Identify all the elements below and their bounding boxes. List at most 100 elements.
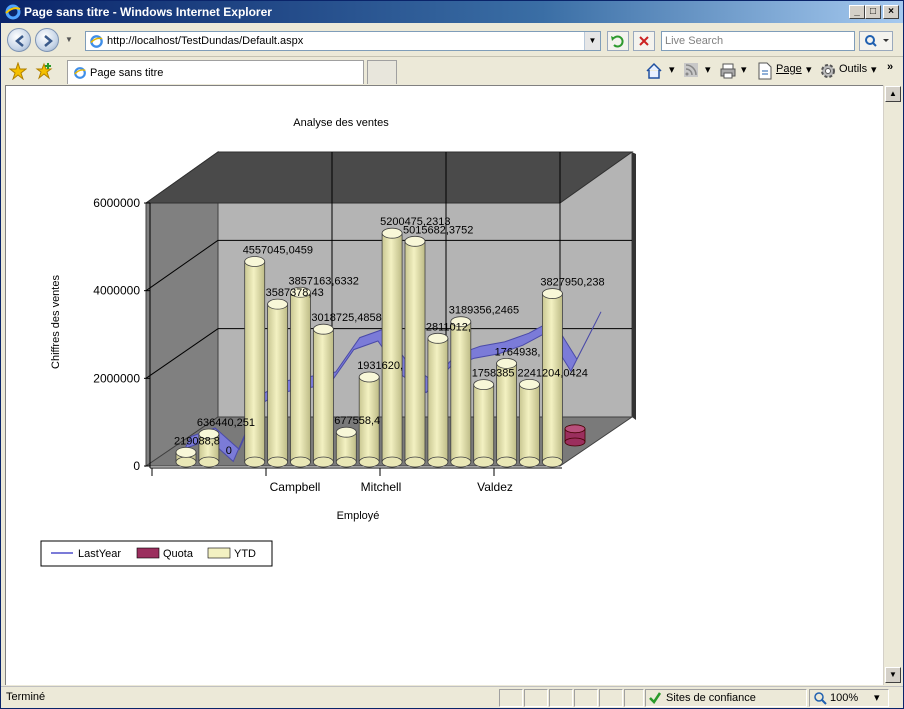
ytd-bar (290, 291, 311, 463)
ytd-data-label: 4557045,0459 (243, 244, 313, 256)
ytd-bar (244, 261, 266, 463)
legend-lastyear-label: LastYear (78, 548, 121, 560)
ytd-bar (381, 232, 403, 463)
ytd-bar-base (198, 456, 220, 468)
ytd-data-label: 219088,8 (174, 435, 220, 447)
add-favorite-icon[interactable] (35, 62, 53, 80)
vertical-scrollbar[interactable]: ▲ ▼ (883, 85, 901, 685)
ytd-data-label: 5015682,3752 (403, 224, 473, 236)
search-button[interactable] (859, 31, 893, 51)
x-tick-label: Mitchell (361, 480, 402, 494)
ytd-bar (450, 321, 472, 463)
status-cell (524, 689, 548, 707)
ytd-bar-top (267, 298, 289, 310)
status-cell (549, 689, 573, 707)
ytd-data-label: 1764938, (495, 346, 541, 358)
search-icon (865, 35, 889, 47)
ytd-data-label: 3189356,2465 (449, 305, 519, 317)
ytd-bar-top (244, 256, 266, 267)
ytd-data-label: 3827950,238 (540, 277, 604, 289)
navigation-toolbar: ▼ http://localhost/TestDundas/Default.as… (1, 23, 903, 57)
address-bar[interactable]: http://localhost/TestDundas/Default.aspx… (85, 31, 601, 51)
maximize-button[interactable]: □ (865, 5, 881, 19)
ytd-bar-base (542, 456, 563, 468)
scroll-up-button[interactable]: ▲ (885, 86, 901, 102)
favorites-star-icon[interactable] (9, 62, 27, 80)
address-dropdown-icon[interactable]: ▼ (584, 32, 600, 50)
back-button[interactable] (7, 28, 31, 52)
zoom-icon (814, 692, 827, 705)
ytd-bar-top (335, 426, 357, 438)
zoom-dropdown-icon[interactable]: ▾ (874, 691, 880, 704)
ytd-bar-base (519, 456, 540, 468)
stop-icon (639, 36, 649, 46)
minimize-button[interactable]: _ (849, 5, 865, 19)
legend-ytd-swatch (207, 547, 231, 559)
legend-quota-label: Quota (163, 548, 194, 560)
ytd-bar-base (427, 456, 449, 468)
top-edge (144, 151, 634, 204)
security-zone[interactable]: Sites de confiance (645, 689, 807, 707)
title-bar: Page sans titre - Windows Internet Explo… (1, 1, 903, 23)
chart-title: Analyse des ventes (293, 117, 389, 129)
status-cell (499, 689, 523, 707)
gear-icon[interactable] (819, 62, 837, 80)
y-tick-label: 0 (133, 459, 140, 473)
y-tick-label: 2000000 (93, 371, 140, 385)
page-menu[interactable]: Page (776, 63, 802, 75)
zoom-control[interactable]: 100% ▾ (809, 689, 889, 707)
ytd-bar-base (473, 456, 495, 468)
ytd-data-label: 636440,251 (197, 417, 255, 429)
ytd-bar (427, 337, 449, 463)
quota-series (564, 424, 586, 447)
ytd-bar-top (473, 379, 495, 391)
chevron-more-icon[interactable]: » (887, 61, 893, 73)
search-placeholder: Live Search (665, 35, 724, 47)
browser-window: Page sans titre - Windows Internet Explo… (0, 0, 904, 709)
home-icon[interactable] (645, 62, 663, 80)
ytd-bar-base (450, 456, 472, 468)
sales-chart: Analyse des ventes 219088,8 636440,251 0 45… (40, 117, 636, 567)
tab-toolbar: Page sans titre ▾ ▾ ▾ Page ▾ Outils ▾ » (1, 58, 903, 84)
y-tick-label: 4000000 (93, 284, 140, 298)
print-dropdown-icon[interactable]: ▾ (741, 63, 747, 76)
page-icon[interactable] (757, 62, 773, 80)
ytd-data-label: 677558,4 (334, 415, 380, 427)
ytd-bar (312, 328, 334, 463)
zone-label: Sites de confiance (666, 692, 756, 704)
print-icon[interactable] (719, 62, 737, 80)
page-content: Analyse des ventes 219088,8 636440,251 0 45… (5, 85, 883, 685)
feeds-dropdown-icon[interactable]: ▾ (705, 63, 711, 76)
search-input[interactable]: Live Search (661, 31, 855, 51)
refresh-button[interactable] (607, 31, 629, 51)
ytd-bar-top (381, 227, 403, 239)
ie-logo-icon (5, 4, 21, 20)
forward-button[interactable] (35, 28, 59, 52)
ytd-bar-top (542, 288, 563, 299)
feeds-icon[interactable] (683, 62, 699, 78)
new-tab-button[interactable] (367, 60, 397, 84)
ytd-bar-top (427, 332, 449, 344)
history-dropdown-icon[interactable]: ▼ (65, 35, 73, 45)
ytd-bar-top (312, 323, 334, 335)
page-dropdown-icon[interactable]: ▾ (806, 63, 812, 76)
ytd-bar-base (290, 456, 311, 468)
ytd-bar-base (335, 456, 357, 468)
back-arrow-icon (15, 35, 24, 47)
ytd-bar-base (267, 456, 289, 468)
tools-dropdown-icon[interactable]: ▾ (871, 63, 877, 76)
zoom-level: 100% (830, 692, 859, 704)
x-axis: Campbell Mitchell Valdez (150, 467, 562, 494)
status-bar: Terminé Sites de confiance 100% ▾ (1, 686, 903, 708)
home-dropdown-icon[interactable]: ▾ (669, 63, 675, 76)
x-tick-label: Campbell (270, 480, 321, 494)
close-button[interactable]: × (883, 5, 899, 19)
tools-menu[interactable]: Outils (839, 63, 867, 75)
tab-page[interactable]: Page sans titre (67, 60, 364, 84)
x-tick-label: Valdez (477, 480, 513, 494)
status-cell (624, 689, 644, 707)
scroll-down-button[interactable]: ▼ (885, 667, 901, 683)
ytd-data-label: 1931620, (357, 360, 403, 372)
stop-button[interactable] (633, 31, 655, 51)
url-text[interactable]: http://localhost/TestDundas/Default.aspx (107, 35, 303, 47)
